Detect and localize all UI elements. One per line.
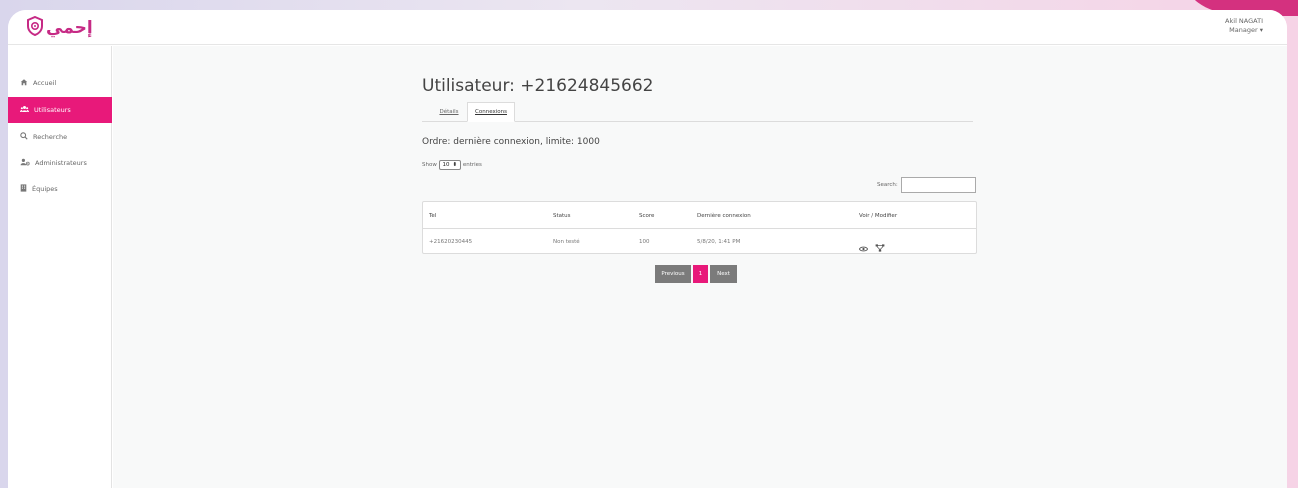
page-1-button[interactable]: 1 xyxy=(693,265,708,283)
entries-label: entries xyxy=(462,162,482,168)
entries-select[interactable]: 10 ⬍ xyxy=(438,160,461,170)
sidebar-item-administrateurs[interactable]: Administrateurs xyxy=(8,150,112,176)
network-icon[interactable] xyxy=(875,237,885,256)
top-bar: إحمي Akil NAGATI Manager ▾ xyxy=(8,10,1287,45)
sidebar-item-label: Accueil xyxy=(33,79,57,87)
connections-table: Tel Status Score Dernière connexion Voir… xyxy=(422,201,977,254)
cell-last-connection: 5/8/20, 1:41 PM xyxy=(697,239,741,245)
previous-button[interactable]: Previous xyxy=(655,265,691,283)
user-name: Akil NAGATI xyxy=(1225,17,1263,25)
page-title: Utilisateur: +21624845662 xyxy=(422,76,654,96)
table-row: +21620230445 Non testé 100 5/8/20, 1:41 … xyxy=(423,229,976,254)
search-label: Search: xyxy=(877,182,898,188)
app-window: إحمي Akil NAGATI Manager ▾ Accueil Utili… xyxy=(8,10,1287,488)
sidebar-item-label: Administrateurs xyxy=(35,159,87,167)
tab-details[interactable]: Détails xyxy=(434,102,464,122)
search-control: Search: xyxy=(877,177,976,193)
user-menu[interactable]: Akil NAGATI Manager ▾ xyxy=(1225,17,1263,35)
next-button[interactable]: Next xyxy=(710,265,737,283)
sidebar-item-utilisateurs[interactable]: Utilisateurs xyxy=(8,97,112,123)
updown-icon: ⬍ xyxy=(452,162,458,168)
entries-value: 10 xyxy=(442,162,450,168)
logo[interactable]: إحمي xyxy=(26,15,93,40)
search-input[interactable] xyxy=(900,177,976,193)
header-score[interactable]: Score xyxy=(639,213,654,219)
sidebar-item-label: Équipes xyxy=(32,185,58,193)
show-label: Show xyxy=(422,162,437,168)
eye-icon[interactable] xyxy=(858,237,869,256)
row-actions xyxy=(858,237,885,256)
building-icon xyxy=(20,184,27,194)
logo-text: إحمي xyxy=(46,18,93,38)
user-role-dropdown[interactable]: Manager ▾ xyxy=(1225,26,1263,35)
tab-bar: Détails Connexions xyxy=(422,102,973,122)
table-header: Tel Status Score Dernière connexion Voir… xyxy=(423,202,976,229)
user-role: Manager xyxy=(1229,26,1258,34)
sidebar-item-label: Recherche xyxy=(33,133,68,141)
sidebar: Accueil Utilisateurs Recherche Administr… xyxy=(8,46,112,488)
sidebar-item-recherche[interactable]: Recherche xyxy=(8,124,112,150)
sidebar-item-label: Utilisateurs xyxy=(34,106,71,114)
caret-down-icon: ▾ xyxy=(1259,26,1263,34)
cell-status: Non testé xyxy=(553,239,580,245)
cell-tel: +21620230445 xyxy=(429,239,473,245)
main-content: Utilisateur: +21624845662 Détails Connex… xyxy=(113,46,1287,488)
header-status[interactable]: Status xyxy=(553,213,571,219)
order-info: Ordre: dernière connexion, limite: 1000 xyxy=(422,137,600,147)
home-icon xyxy=(20,78,28,88)
users-icon xyxy=(20,105,29,115)
header-tel[interactable]: Tel xyxy=(429,213,436,219)
entries-control: Show 10 ⬍ entries xyxy=(422,160,482,170)
header-actions: Voir / Modifier xyxy=(859,213,898,219)
admin-users-icon xyxy=(20,158,30,168)
tab-connexions[interactable]: Connexions xyxy=(467,102,515,122)
cell-score: 100 xyxy=(639,239,650,245)
sidebar-item-equipes[interactable]: Équipes xyxy=(8,176,112,202)
pagination: Previous 1 Next xyxy=(655,265,737,283)
sidebar-item-accueil[interactable]: Accueil xyxy=(8,70,112,96)
header-last-connection[interactable]: Dernière connexion xyxy=(697,213,751,219)
shield-logo-icon xyxy=(26,15,44,40)
search-icon xyxy=(20,132,28,142)
